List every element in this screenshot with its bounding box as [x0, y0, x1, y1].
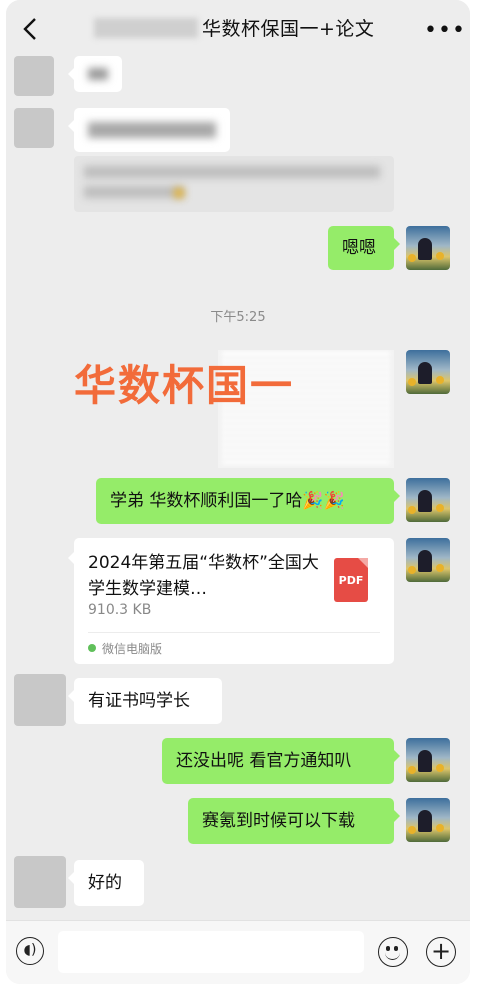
message-redacted	[68, 56, 122, 92]
avatar[interactable]	[14, 674, 66, 726]
top-bar: 华数杯保国一+论文 •••	[6, 0, 470, 56]
avatar[interactable]	[14, 856, 66, 908]
message-bubble-received: 好的	[68, 860, 144, 906]
message-bubble-sent: 赛氪到时候可以下载	[188, 798, 400, 844]
file-source: 微信电脑版	[88, 640, 162, 657]
emoji-icon[interactable]	[378, 937, 408, 967]
file-size: 910.3 KB	[88, 602, 152, 618]
image-caption-overlay: 华数杯国一	[74, 361, 295, 410]
avatar[interactable]	[14, 56, 54, 96]
avatar[interactable]	[406, 226, 450, 270]
timestamp: 下午5:25	[210, 310, 266, 325]
avatar[interactable]	[406, 350, 450, 394]
message-bubble-sent: 嗯嗯	[328, 226, 400, 270]
chat-window: 华数杯保国一+论文 ••• 嗯嗯 下午5:25 华数杯国一 学弟 华数杯顺利国一…	[6, 0, 470, 984]
pdf-icon: PDF	[334, 558, 368, 602]
message-input[interactable]	[58, 931, 364, 973]
divider	[88, 632, 380, 633]
wechat-icon	[88, 644, 96, 652]
file-title: 2024年第五届“华数杯”全国大学生数学建模…	[88, 553, 319, 599]
file-message[interactable]: 2024年第五届“华数杯”全国大学生数学建模… 910.3 KB PDF 微信电…	[68, 538, 394, 664]
avatar[interactable]	[406, 738, 450, 782]
message-bubble-sent: 学弟 华数杯顺利国一了哈🎉🎉	[96, 478, 400, 524]
message-bubble-sent: 还没出呢 看官方通知叭	[162, 738, 400, 784]
more-icon[interactable]: •••	[424, 18, 466, 43]
message-redacted	[74, 156, 394, 212]
plus-icon[interactable]: +	[426, 937, 456, 967]
title-redacted	[94, 18, 198, 38]
avatar[interactable]	[14, 108, 54, 148]
message-bubble-received: 有证书吗学长	[68, 678, 222, 724]
back-arrow-icon[interactable]	[20, 16, 42, 42]
message-redacted	[68, 108, 230, 152]
avatar[interactable]	[406, 538, 450, 582]
avatar[interactable]	[406, 798, 450, 842]
chat-title: 华数杯保国一+论文	[202, 18, 375, 40]
avatar[interactable]	[406, 478, 450, 522]
voice-input-icon[interactable]: ◖)	[16, 937, 44, 965]
input-bar: ◖) +	[6, 920, 470, 984]
